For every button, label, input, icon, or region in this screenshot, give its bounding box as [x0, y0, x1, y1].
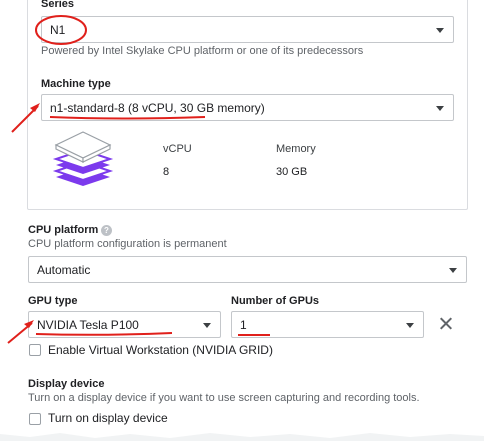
stacked-layers-icon	[52, 131, 114, 186]
display-device-checkbox[interactable]	[29, 413, 41, 425]
gpu-type-select-value: NVIDIA Tesla P100	[37, 318, 139, 332]
gpu-count-select-value: 1	[240, 318, 247, 332]
display-device-label: Display device	[28, 378, 105, 390]
memory-header: Memory	[276, 143, 316, 155]
gpu-count-select[interactable]: 1	[231, 311, 424, 338]
display-device-checkbox-label[interactable]: Turn on display device	[48, 411, 168, 425]
chevron-down-icon	[449, 268, 457, 273]
series-select[interactable]: N1	[41, 16, 454, 43]
cpu-platform-label: CPU platform	[28, 224, 99, 236]
memory-value: 30 GB	[276, 166, 308, 178]
remove-gpu-close-icon[interactable]	[437, 315, 455, 333]
cpu-platform-help-text: CPU platform configuration is permanent	[28, 238, 227, 250]
cpu-platform-select[interactable]: Automatic	[28, 256, 467, 283]
chevron-down-icon	[203, 323, 211, 328]
series-help-text: Powered by Intel Skylake CPU platform or…	[41, 45, 364, 57]
vcpu-header: vCPU	[163, 143, 192, 155]
display-device-help-text: Turn on a display device if you want to …	[28, 392, 420, 404]
torn-edge-decoration	[0, 433, 484, 441]
machine-type-select-value: n1-standard-8 (8 vCPU, 30 GB memory)	[50, 101, 265, 115]
chevron-down-icon	[436, 28, 444, 33]
virtual-workstation-label[interactable]: Enable Virtual Workstation (NVIDIA GRID)	[48, 343, 273, 357]
virtual-workstation-checkbox[interactable]	[29, 344, 41, 356]
machine-type-label: Machine type	[41, 78, 111, 90]
vcpu-value: 8	[163, 166, 170, 178]
series-label: Series	[41, 0, 75, 10]
cpu-platform-select-value: Automatic	[37, 263, 91, 277]
series-select-value: N1	[50, 23, 66, 37]
question-mark-icon[interactable]: ?	[101, 225, 112, 236]
gpu-count-label: Number of GPUs	[231, 295, 320, 307]
chevron-down-icon	[406, 323, 414, 328]
gpu-type-select[interactable]: NVIDIA Tesla P100	[28, 311, 221, 338]
machine-type-select[interactable]: n1-standard-8 (8 vCPU, 30 GB memory)	[41, 94, 454, 121]
chevron-down-icon	[436, 106, 444, 111]
gpu-type-label: GPU type	[28, 295, 78, 307]
